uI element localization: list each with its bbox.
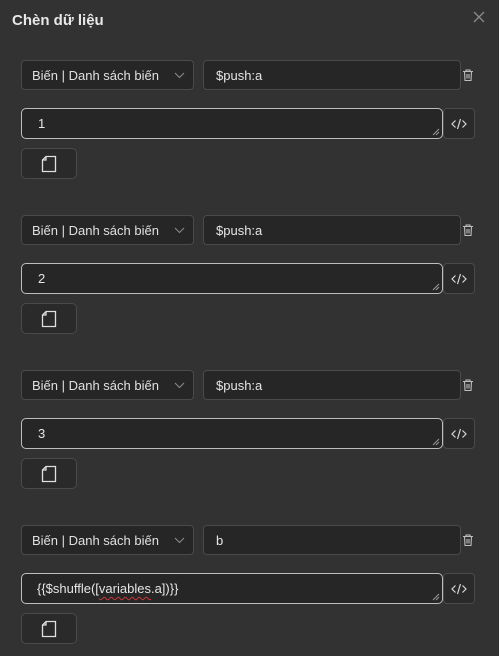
code-icon [451, 118, 467, 129]
type-select-label: Biến | Danh sách biến [32, 532, 159, 548]
resize-grip-icon[interactable] [432, 128, 440, 136]
variable-name-input[interactable]: $push:a [203, 60, 461, 90]
trash-icon[interactable] [461, 223, 475, 237]
close-icon[interactable] [468, 6, 490, 28]
resize-grip-icon[interactable] [432, 438, 440, 446]
file-button[interactable] [21, 458, 77, 489]
insert-data-dialog: Chèn dữ liệu Biến | Danh sách biến $push… [0, 0, 499, 656]
type-select[interactable]: Biến | Danh sách biến [21, 60, 194, 90]
type-select-label: Biến | Danh sách biến [32, 222, 159, 238]
resize-grip-icon[interactable] [432, 593, 440, 601]
type-select-label: Biến | Danh sách biến [32, 377, 159, 393]
file-icon [41, 465, 57, 482]
file-icon [41, 620, 57, 637]
code-button[interactable] [443, 263, 475, 294]
code-icon [451, 273, 467, 284]
resize-grip-icon[interactable] [432, 283, 440, 291]
file-button[interactable] [21, 303, 77, 334]
data-row: Biến | Danh sách biến $push:a 3 [0, 370, 499, 500]
value-textarea[interactable]: {{$shuffle([variables.a])}} [21, 573, 443, 604]
value-text: {{$shuffle([variables.a])}} [37, 581, 179, 596]
type-select[interactable]: Biến | Danh sách biến [21, 215, 194, 245]
file-icon [41, 155, 57, 172]
code-button[interactable] [443, 108, 475, 139]
variable-name-input[interactable]: $push:a [203, 370, 461, 400]
chevron-down-icon [174, 72, 185, 79]
value-textarea[interactable]: 3 [21, 418, 443, 449]
variable-name-input[interactable]: $push:a [203, 215, 461, 245]
value-textarea[interactable]: 1 [21, 108, 443, 139]
code-button[interactable] [443, 573, 475, 604]
code-icon [451, 583, 467, 594]
value-textarea[interactable]: 2 [21, 263, 443, 294]
chevron-down-icon [174, 537, 185, 544]
data-row: Biến | Danh sách biến $push:a 2 [0, 215, 499, 345]
file-icon [41, 310, 57, 327]
type-select[interactable]: Biến | Danh sách biến [21, 370, 194, 400]
data-row: Biến | Danh sách biến b {{$shuffle([vari… [0, 525, 499, 655]
type-select[interactable]: Biến | Danh sách biến [21, 525, 194, 555]
code-button[interactable] [443, 418, 475, 449]
type-select-label: Biến | Danh sách biến [32, 67, 159, 83]
file-button[interactable] [21, 148, 77, 179]
code-icon [451, 428, 467, 439]
trash-icon[interactable] [461, 68, 475, 82]
data-row: Biến | Danh sách biến $push:a 1 [0, 60, 499, 190]
chevron-down-icon [174, 227, 185, 234]
variable-name-input[interactable]: b [203, 525, 461, 555]
trash-icon[interactable] [461, 533, 475, 547]
file-button[interactable] [21, 613, 77, 644]
trash-icon[interactable] [461, 378, 475, 392]
chevron-down-icon [174, 382, 185, 389]
dialog-title: Chèn dữ liệu [12, 12, 104, 29]
